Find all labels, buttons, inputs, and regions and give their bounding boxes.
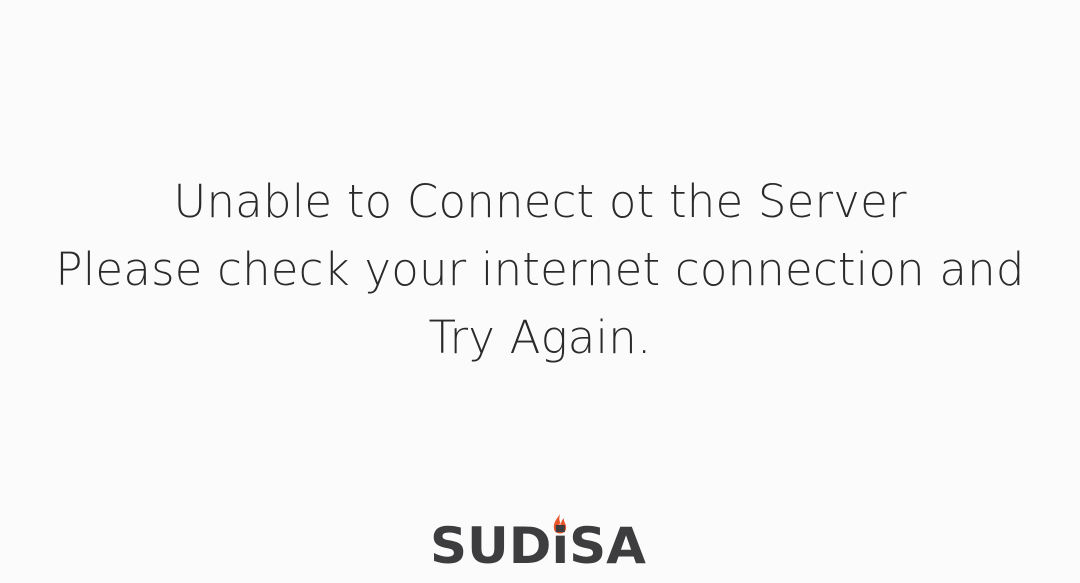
error-screen: Unable to Connect ot the Server Please c…: [0, 0, 1080, 583]
error-retry-text: Try Again.: [428, 311, 652, 364]
app-logo: SUDiSA: [428, 510, 648, 570]
logo-wordmark: SUDiSA: [430, 517, 646, 570]
error-instruction: Please check your internet connection an…: [55, 243, 1025, 296]
connection-error-message: Unable to Connect ot the Server Please c…: [0, 168, 1080, 372]
error-title: Unable to Connect ot the Server: [173, 175, 907, 228]
logo-graphic: SUDiSA: [430, 514, 646, 570]
